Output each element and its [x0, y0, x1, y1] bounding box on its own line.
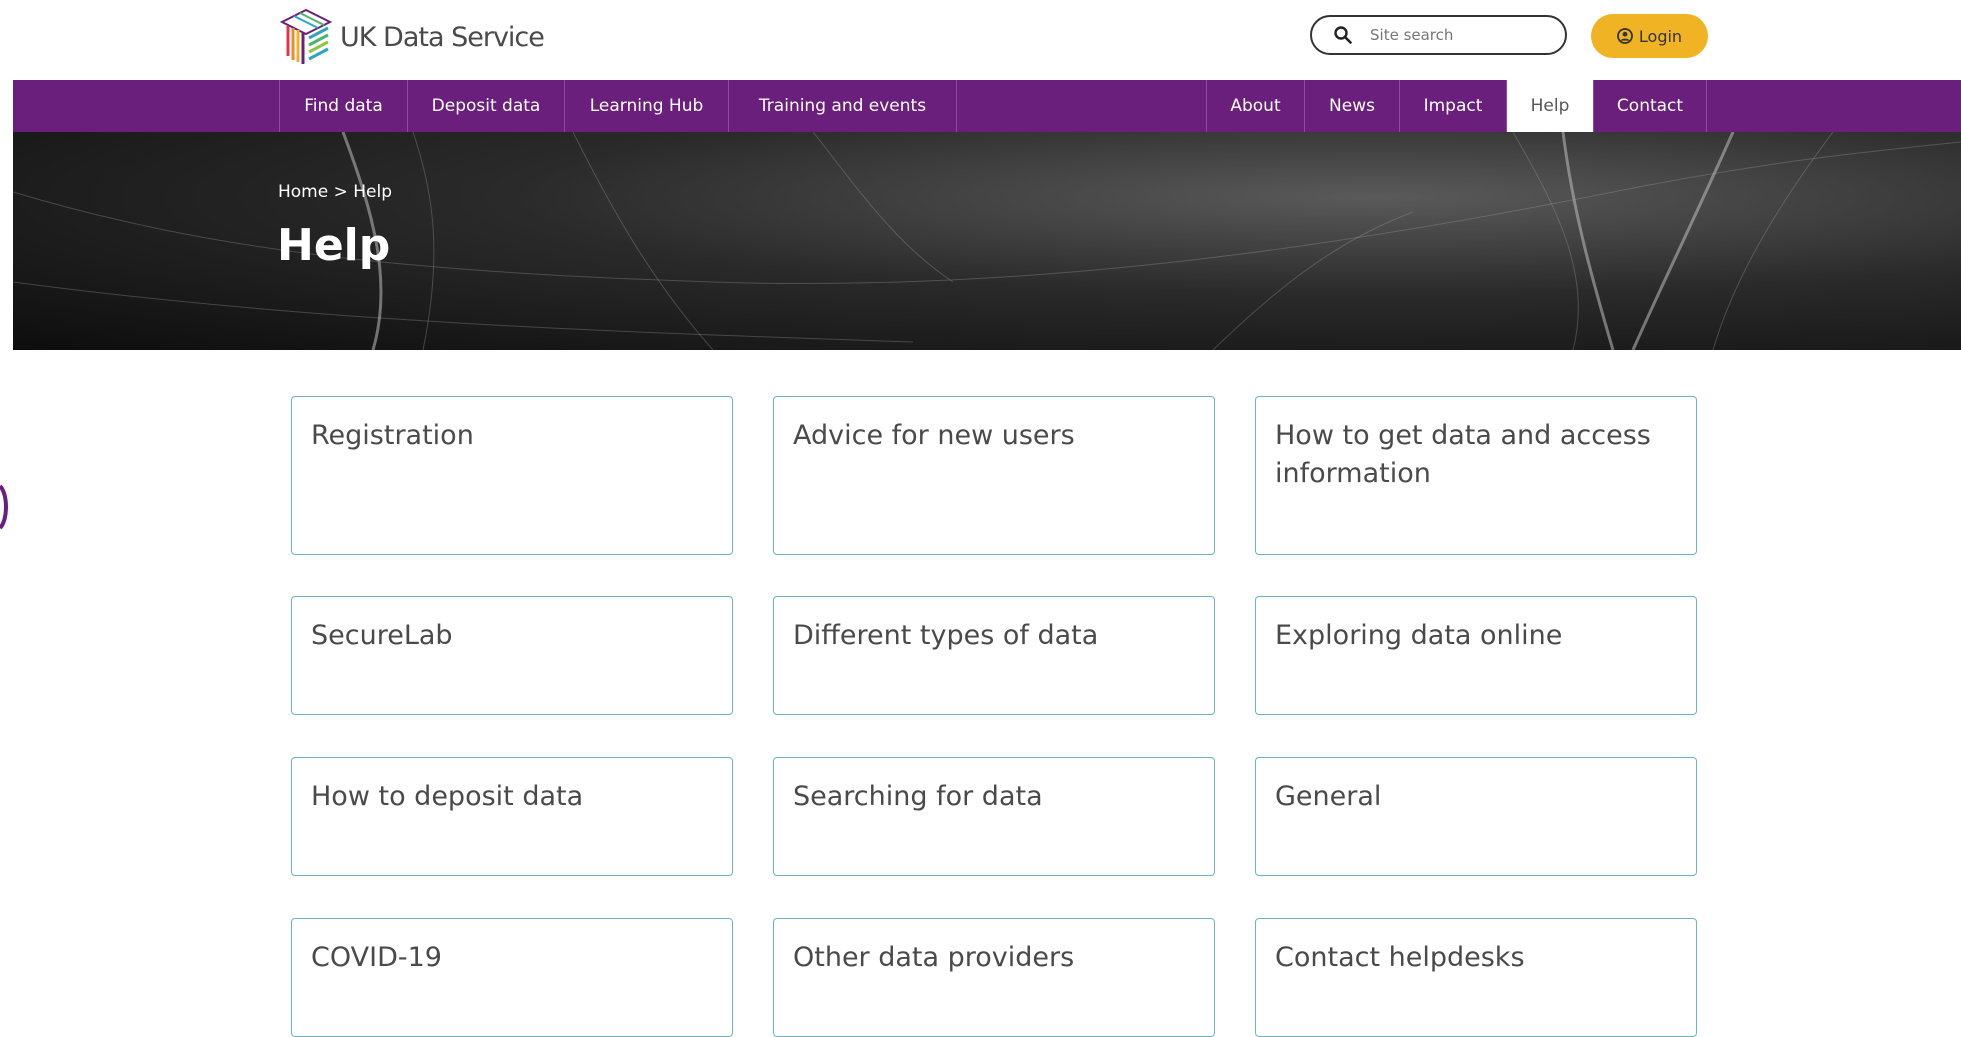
nav-about[interactable]: About [1206, 80, 1304, 132]
nav-deposit-data[interactable]: Deposit data [407, 80, 564, 132]
page-title: Help [277, 220, 391, 271]
help-card-advice-for-new-users[interactable]: Advice for new users [773, 396, 1215, 555]
search-input[interactable] [1368, 25, 1542, 45]
nav-training-and-events[interactable]: Training and events [728, 80, 957, 132]
nav-impact[interactable]: Impact [1399, 80, 1506, 132]
help-card-registration[interactable]: Registration [291, 396, 733, 555]
search-icon[interactable] [1334, 26, 1352, 44]
nav-contact[interactable]: Contact [1593, 80, 1707, 132]
help-card-get-data-access-info[interactable]: How to get data and access information [1255, 396, 1697, 555]
nav-help[interactable]: Help [1506, 80, 1593, 132]
user-icon [1617, 28, 1633, 44]
breadcrumb-home-link[interactable]: Home [278, 182, 328, 202]
edge-arc-decoration [0, 484, 8, 530]
main-nav: Find data Deposit data Learning Hub Trai… [13, 80, 1961, 132]
logo-text: UK Data Service [340, 21, 545, 53]
help-card-other-data-providers[interactable]: Other data providers [773, 918, 1215, 1037]
help-card-exploring-data-online[interactable]: Exploring data online [1255, 596, 1697, 715]
site-logo[interactable]: UK Data Service [278, 8, 545, 66]
breadcrumb-separator: > [333, 182, 348, 202]
help-card-securelab[interactable]: SecureLab [291, 596, 733, 715]
login-label: Login [1638, 26, 1683, 46]
nav-find-data[interactable]: Find data [279, 80, 407, 132]
logo-cube-icon [279, 8, 333, 64]
nav-learning-hub[interactable]: Learning Hub [564, 80, 728, 132]
help-card-contact-helpdesks[interactable]: Contact helpdesks [1255, 918, 1697, 1037]
help-card-different-types-of-data[interactable]: Different types of data [773, 596, 1215, 715]
breadcrumb-current: Help [353, 182, 393, 202]
help-card-searching-for-data[interactable]: Searching for data [773, 757, 1215, 876]
hero-banner: Home > Help Help [13, 132, 1961, 350]
help-card-how-to-deposit-data[interactable]: How to deposit data [291, 757, 733, 876]
breadcrumb: Home > Help [278, 182, 392, 202]
help-card-covid-19[interactable]: COVID-19 [291, 918, 733, 1037]
site-search[interactable] [1310, 15, 1567, 55]
help-card-general[interactable]: General [1255, 757, 1697, 876]
nav-news[interactable]: News [1304, 80, 1399, 132]
login-button[interactable]: Login [1591, 14, 1708, 58]
